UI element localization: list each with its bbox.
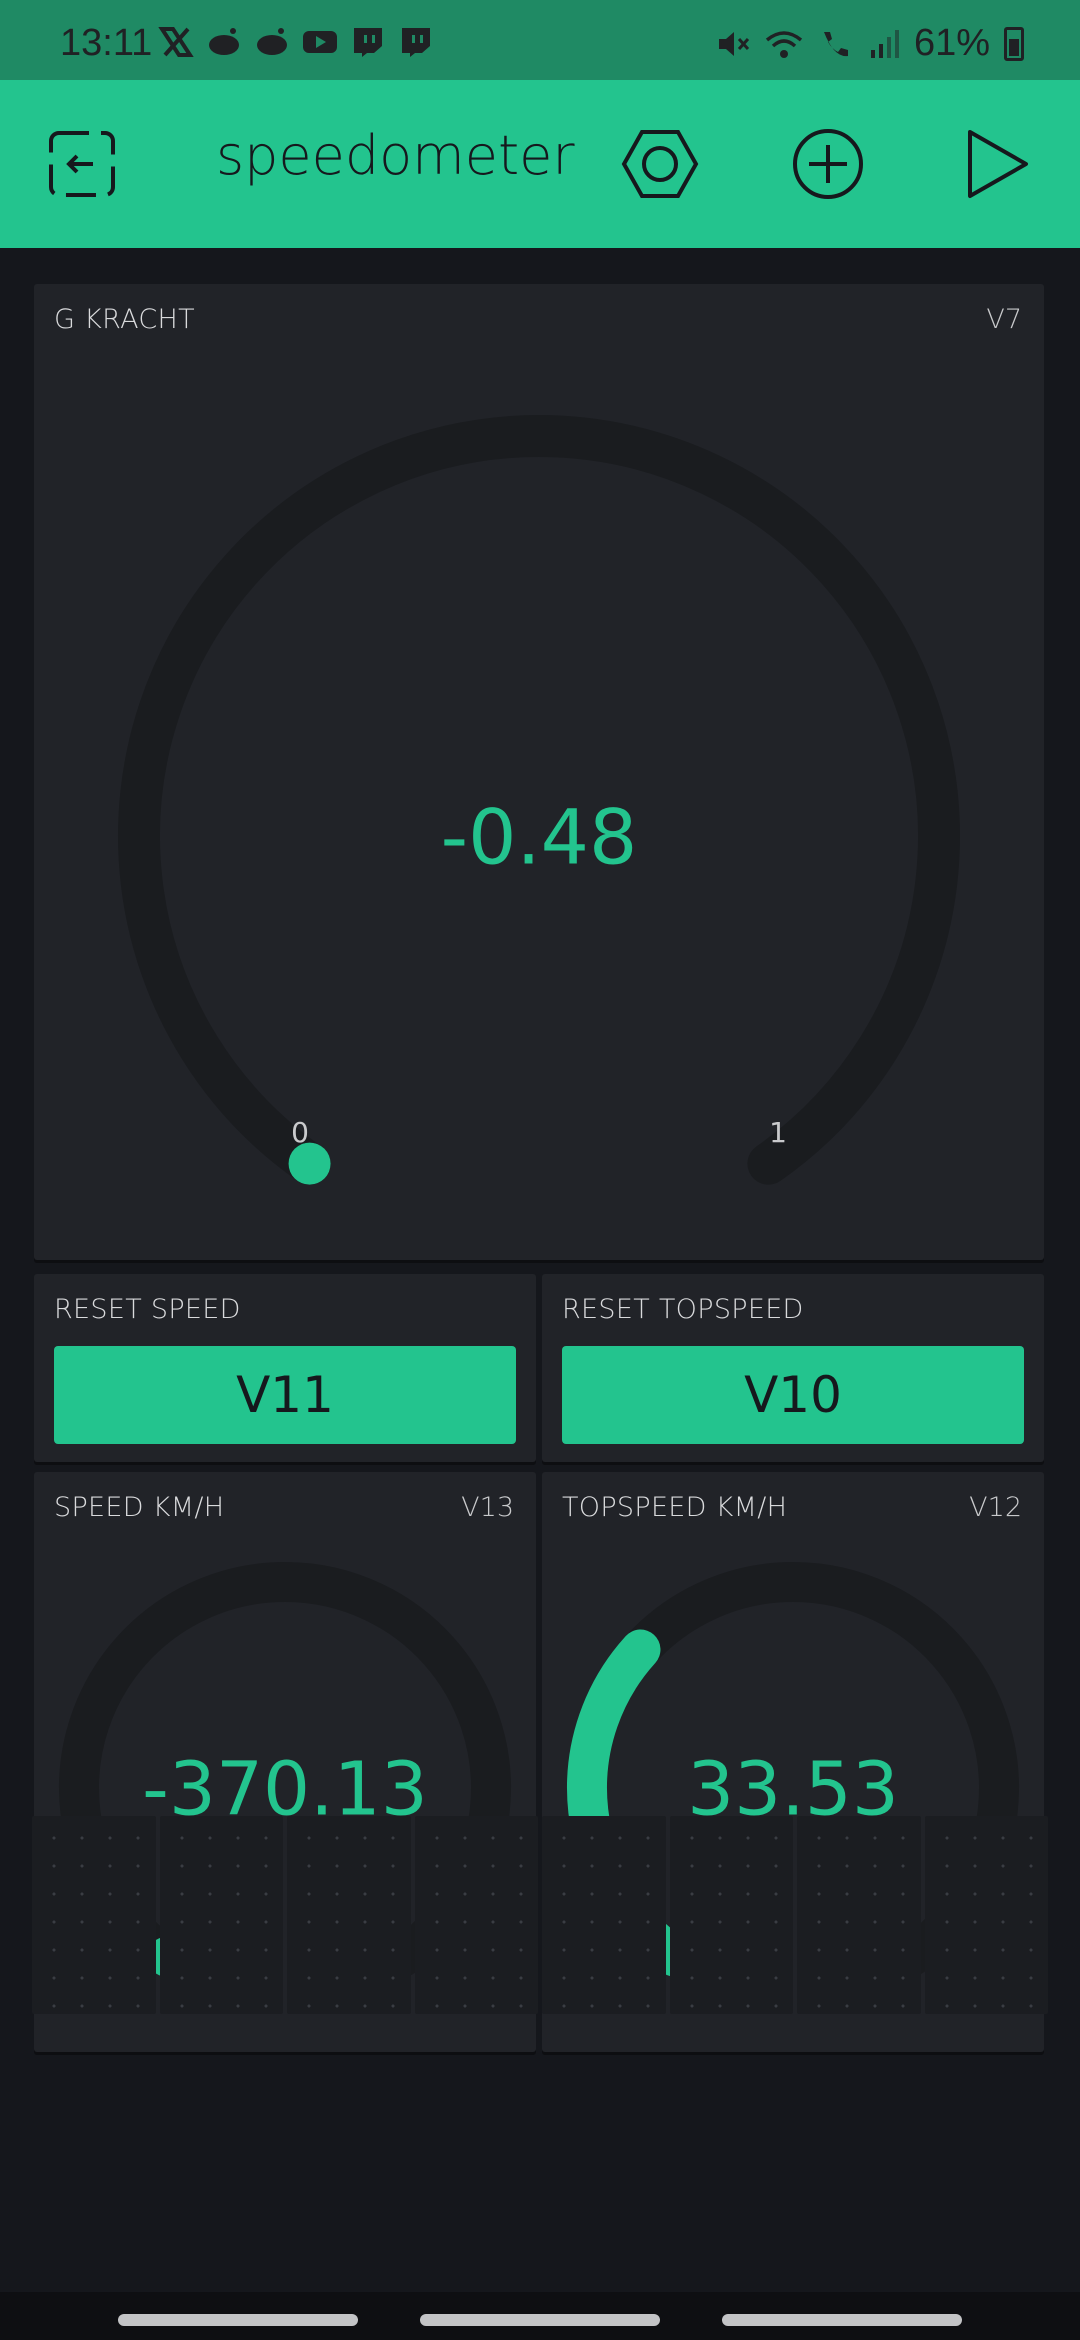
grid-cell[interactable] — [32, 1816, 156, 2014]
grid-cell[interactable] — [542, 1816, 666, 2014]
wifi-calling-icon — [823, 31, 848, 56]
button-widget-reset-topspeed: RESET TOPSPEED V10 — [542, 1274, 1044, 1462]
signal-icon — [870, 29, 899, 58]
navigation-bar — [0, 2292, 1080, 2340]
widget-label: RESET TOPSPEED — [562, 1294, 804, 1325]
reset-speed-button[interactable]: V11 — [54, 1346, 516, 1444]
grid-cell[interactable] — [924, 1816, 1048, 2014]
grid-cell[interactable] — [669, 1816, 793, 2014]
gauge: -0.48 0 1 — [118, 415, 960, 1185]
grid-cell[interactable] — [797, 1816, 921, 2014]
settings-button[interactable] — [608, 112, 712, 216]
nav-pill[interactable] — [118, 2314, 358, 2326]
nav-pill[interactable] — [420, 2314, 660, 2326]
dashboard-canvas: G KRACHT V7 -0.48 0 1 RESET SPEED V11 RE… — [0, 248, 1080, 2292]
status-bar: 13:11 61% — [0, 0, 1080, 80]
status-time: 13:11 — [60, 22, 153, 64]
add-widget-button[interactable] — [776, 112, 880, 216]
youtube-icon — [303, 31, 337, 53]
grid-cell[interactable] — [159, 1816, 283, 2014]
x-icon — [158, 27, 194, 57]
exit-icon — [49, 131, 115, 197]
grid-cell[interactable] — [414, 1816, 538, 2014]
twitch-icon — [402, 28, 430, 57]
play-icon — [968, 130, 1028, 198]
button-widget-reset-speed: RESET SPEED V11 — [34, 1274, 536, 1462]
battery-icon — [1004, 26, 1024, 61]
empty-widget-grid[interactable] — [32, 1816, 1048, 2014]
gauge-widget-g-kracht[interactable]: G KRACHT V7 -0.48 0 1 — [34, 284, 1044, 1260]
gauge-max-label: 1 — [769, 1116, 787, 1149]
app-toolbar: speedometer — [0, 80, 1080, 248]
reset-topspeed-button[interactable]: V10 — [562, 1346, 1024, 1444]
reddit-icon — [209, 28, 239, 55]
status-app-icons — [158, 26, 434, 58]
gauge-min-label: 0 — [291, 1116, 309, 1149]
grid-cell[interactable] — [287, 1816, 411, 2014]
play-button[interactable] — [944, 112, 1048, 216]
widget-label: RESET SPEED — [54, 1294, 241, 1325]
settings-hexagon-icon — [621, 130, 699, 198]
nav-pill[interactable] — [722, 2314, 962, 2326]
wifi-icon — [765, 30, 803, 58]
battery-percentage: 61% — [913, 22, 990, 64]
reddit-icon — [257, 28, 287, 55]
page-title: speedometer — [216, 124, 575, 187]
exit-button[interactable] — [30, 112, 134, 216]
gauge-value: -0.48 — [441, 792, 638, 881]
add-circle-icon — [793, 129, 863, 199]
status-system-icons: 61% — [716, 22, 1024, 65]
twitch-icon — [354, 28, 382, 57]
mute-icon — [718, 31, 750, 56]
